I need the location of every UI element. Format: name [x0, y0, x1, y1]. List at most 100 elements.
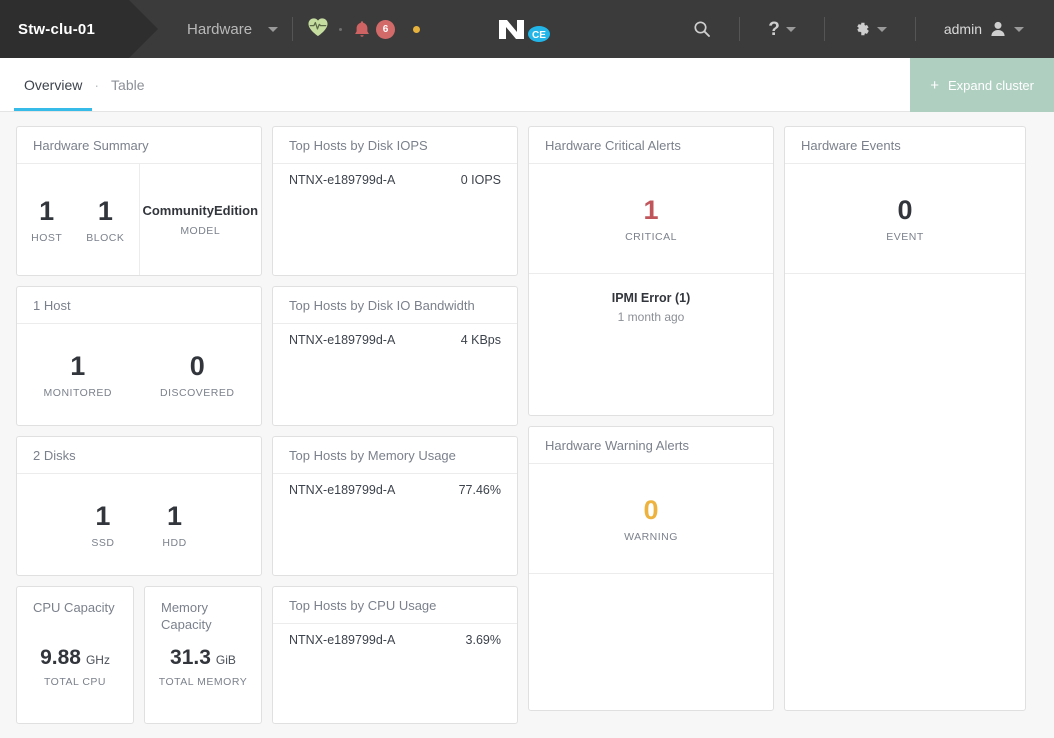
warning-alert-list [529, 574, 773, 710]
metric-value: 1 [70, 351, 85, 381]
divider [915, 17, 916, 41]
metric-value: 1 [98, 196, 113, 226]
chevron-down-icon[interactable] [268, 27, 278, 32]
dashboard-column-4: Hardware Events 0 EVENT [784, 126, 1026, 738]
tab-overview[interactable]: Overview [14, 58, 92, 111]
critical-count-block: 1 CRITICAL [529, 164, 773, 274]
tab-list: Overview · Table [0, 58, 155, 111]
host-value: 0 IOPS [461, 173, 501, 187]
list-item[interactable]: NTNX-e189799d-A 0 IOPS [273, 164, 517, 187]
alert-timestamp: 1 month ago [612, 310, 691, 324]
help-button[interactable]: ? [756, 0, 808, 58]
metric-block: 1 BLOCK [86, 196, 124, 244]
card-top-hosts-disk-iops[interactable]: Top Hosts by Disk IOPS NTNX-e189799d-A 0… [272, 126, 518, 276]
capacity-number: 31.3 [170, 646, 211, 670]
gear-icon [853, 20, 871, 38]
card-top-hosts-memory-usage[interactable]: Top Hosts by Memory Usage NTNX-e189799d-… [272, 436, 518, 576]
tab-table-label: Table [111, 77, 144, 93]
card-title: Hardware Events [785, 127, 1025, 164]
capacity-value: 31.3 GiB [170, 646, 236, 670]
search-button[interactable] [681, 0, 723, 58]
nutanix-ce-logo: CE [491, 14, 563, 44]
summary-model: CommunityEdition MODEL [140, 164, 262, 275]
metric-hdd: 1 HDD [162, 501, 186, 549]
card-title: CPU Capacity [17, 587, 133, 639]
dot-separator-icon [339, 28, 342, 31]
user-menu[interactable]: admin [932, 0, 1036, 58]
metric-value: 0 [190, 351, 205, 381]
metric-label: DISCOVERED [160, 387, 234, 399]
expand-cluster-button[interactable]: + Expand cluster [910, 58, 1054, 112]
user-avatar-icon [988, 19, 1008, 39]
card-body: NTNX-e189799d-A 77.46% [273, 474, 517, 575]
question-mark-icon: ? [768, 20, 780, 39]
chevron-down-icon [786, 27, 796, 32]
tab-bar: Overview · Table + Expand cluster [0, 58, 1054, 112]
entity-menu[interactable]: Hardware [187, 21, 278, 38]
divider [824, 17, 825, 41]
metric-label: HOST [31, 232, 62, 244]
cluster-selector[interactable]: Stw-clu-01 [0, 0, 129, 58]
model-label: MODEL [142, 225, 258, 237]
metric-discovered: 0 DISCOVERED [160, 351, 234, 399]
card-title: Hardware Summary [17, 127, 261, 164]
search-icon [693, 20, 711, 38]
svg-text:CE: CE [532, 30, 546, 41]
card-title: Top Hosts by Memory Usage [273, 437, 517, 474]
model-block: CommunityEdition MODEL [142, 203, 258, 237]
tab-separator: · [92, 77, 101, 93]
card-memory-capacity[interactable]: Memory Capacity 31.3 GiB TOTAL MEMORY [144, 586, 262, 724]
list-item[interactable]: IPMI Error (1) 1 month ago [612, 291, 691, 324]
dashboard-column-3: Hardware Critical Alerts 1 CRITICAL IPMI… [528, 126, 774, 738]
card-body: 1 MONITORED 0 DISCOVERED [17, 324, 261, 425]
card-title: Top Hosts by Disk IOPS [273, 127, 517, 164]
metric-pair: 1 SSD 1 HDD [17, 474, 261, 575]
settings-button[interactable] [841, 0, 899, 58]
capacity-unit: GHz [86, 653, 110, 667]
card-hardware-warning-alerts[interactable]: Hardware Warning Alerts 0 WARNING [528, 426, 774, 711]
card-title: Top Hosts by CPU Usage [273, 587, 517, 624]
alert-title: IPMI Error (1) [612, 291, 691, 305]
warning-count-block: 0 WARNING [529, 464, 773, 574]
capacity-label: TOTAL CPU [44, 676, 106, 688]
card-body: NTNX-e189799d-A 3.69% [273, 624, 517, 723]
metric-value: 1 [95, 501, 110, 531]
divider [739, 17, 740, 41]
event-count-block: 0 EVENT [785, 164, 1025, 274]
host-value: 3.69% [466, 633, 501, 647]
heart-health-icon[interactable] [307, 17, 329, 42]
card-top-hosts-cpu-usage[interactable]: Top Hosts by CPU Usage NTNX-e189799d-A 3… [272, 586, 518, 724]
card-hardware-events[interactable]: Hardware Events 0 EVENT [784, 126, 1026, 711]
critical-count-label: CRITICAL [625, 231, 677, 243]
metric-label: SSD [91, 537, 114, 549]
card-top-hosts-disk-io-bandwidth[interactable]: Top Hosts by Disk IO Bandwidth NTNX-e189… [272, 286, 518, 426]
event-count-label: EVENT [886, 231, 924, 243]
card-host[interactable]: 1 Host 1 MONITORED 0 DISCOVERED [16, 286, 262, 426]
alerts-button[interactable]: 6 [352, 19, 395, 40]
dashboard-grid: Hardware Summary 1 HOST 1 BLOCK [0, 112, 1054, 738]
metric-label: HDD [162, 537, 186, 549]
capacity-row: CPU Capacity 9.88 GHz TOTAL CPU Memory C… [16, 586, 262, 724]
critical-alert-list: IPMI Error (1) 1 month ago [529, 274, 773, 415]
critical-count-value: 1 [643, 195, 658, 225]
card-hardware-summary[interactable]: Hardware Summary 1 HOST 1 BLOCK [16, 126, 262, 276]
card-title: 2 Disks [17, 437, 261, 474]
summary-counts: 1 HOST 1 BLOCK [17, 164, 140, 275]
card-disks[interactable]: 2 Disks 1 SSD 1 HDD [16, 436, 262, 576]
list-item[interactable]: NTNX-e189799d-A 4 KBps [273, 324, 517, 347]
plus-icon: + [930, 78, 939, 93]
host-name: NTNX-e189799d-A [289, 633, 395, 647]
metric-ssd: 1 SSD [91, 501, 114, 549]
card-body: 9.88 GHz TOTAL CPU [17, 639, 133, 723]
dashboard-column-2: Top Hosts by Disk IOPS NTNX-e189799d-A 0… [272, 126, 518, 738]
chevron-down-icon [1014, 27, 1024, 32]
card-cpu-capacity[interactable]: CPU Capacity 9.88 GHz TOTAL CPU [16, 586, 134, 724]
tab-table[interactable]: Table [101, 58, 154, 111]
card-hardware-critical-alerts[interactable]: Hardware Critical Alerts 1 CRITICAL IPMI… [528, 126, 774, 416]
list-item[interactable]: NTNX-e189799d-A 3.69% [273, 624, 517, 647]
tab-overview-label: Overview [24, 77, 82, 93]
list-item[interactable]: NTNX-e189799d-A 77.46% [273, 474, 517, 497]
event-list [785, 274, 1025, 710]
capacity-value: 9.88 GHz [40, 646, 110, 670]
user-name-label: admin [944, 21, 982, 37]
